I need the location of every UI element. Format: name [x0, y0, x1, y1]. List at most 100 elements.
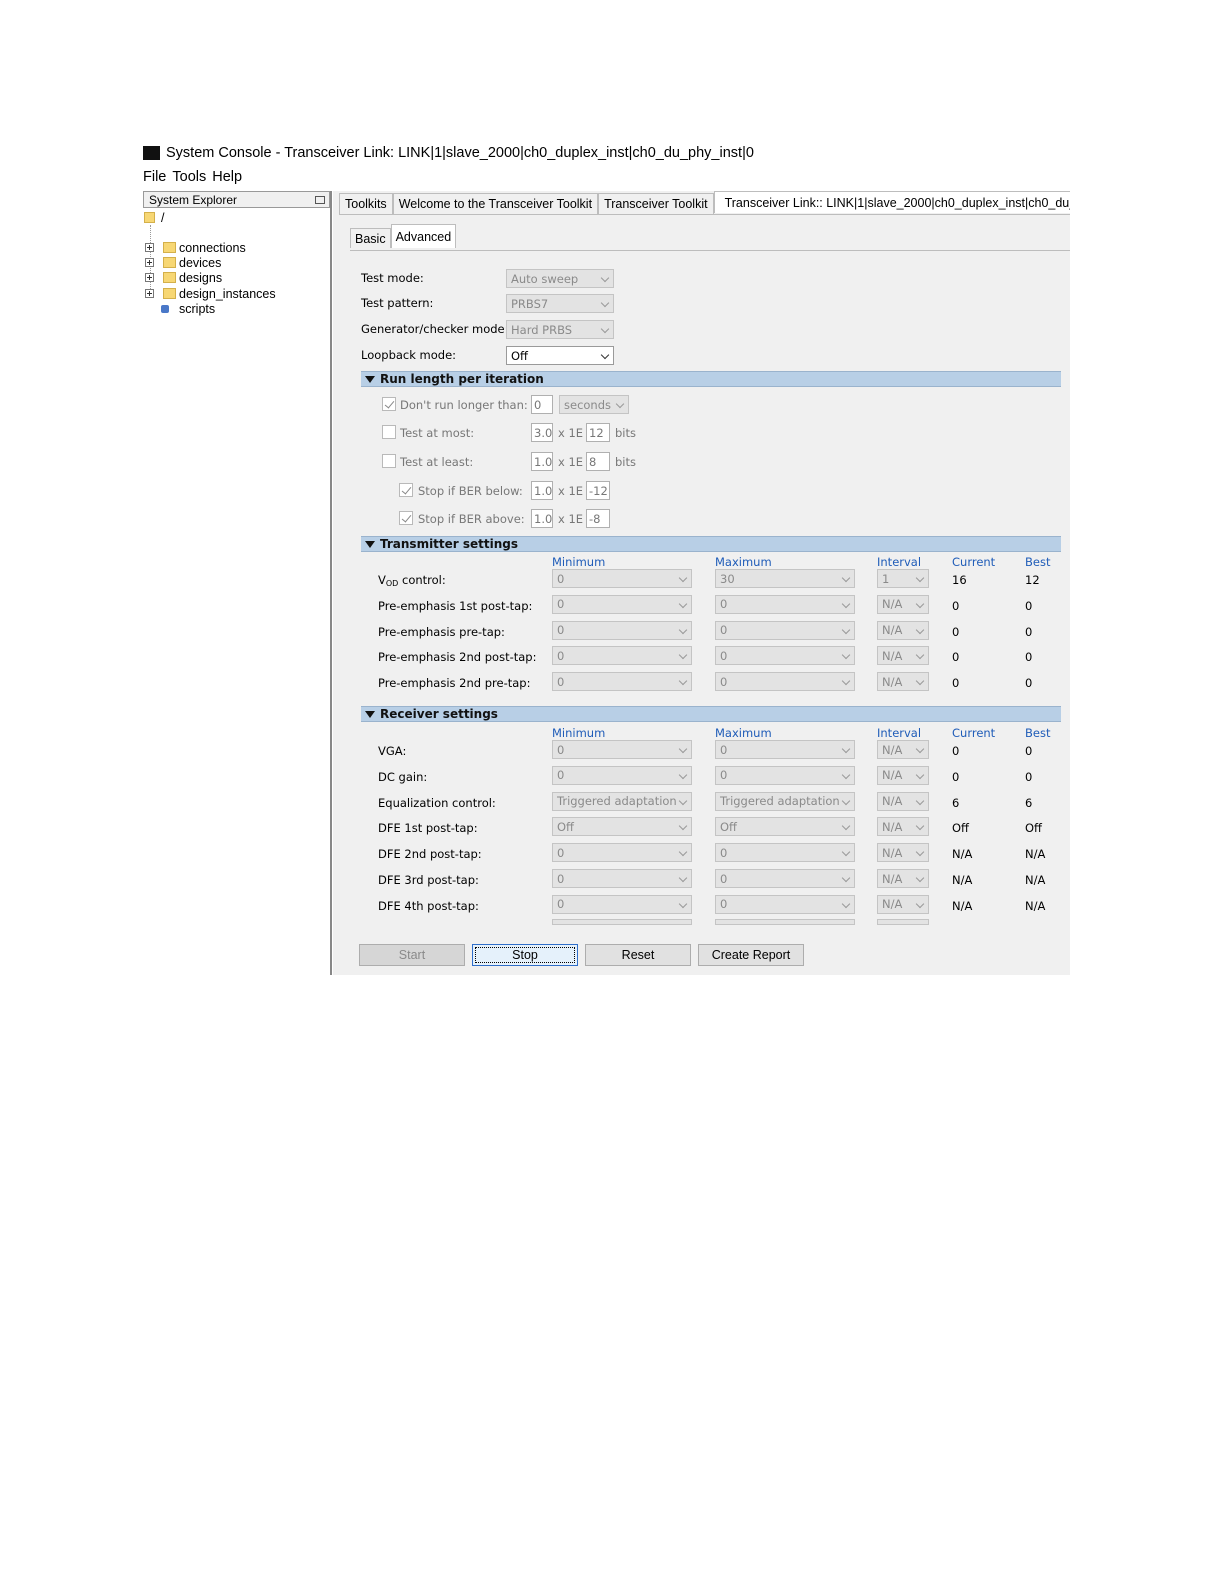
x1e-label: x 1E: [558, 484, 584, 498]
test-at-most-mantissa[interactable]: 3.0: [531, 423, 553, 442]
chevron-down-icon: [915, 599, 925, 609]
rx-setting-max-select: 0: [715, 740, 855, 759]
rx-setting-interval-value: N/A: [882, 819, 903, 834]
start-button[interactable]: Start: [359, 944, 465, 966]
rx-setting-label: Equalization control:: [378, 795, 496, 810]
tab-transceiver-toolkit[interactable]: Transceiver Toolkit: [598, 193, 714, 214]
chevron-down-icon: [841, 899, 851, 909]
tab-basic[interactable]: Basic: [350, 228, 391, 248]
stop-ber-below-exponent: -12: [586, 481, 610, 500]
tab-transceiver-link[interactable]: Transceiver Link:: LINK|1|slave_2000|ch0…: [713, 191, 1070, 213]
collapse-triangle-icon: [365, 375, 375, 383]
tx-setting-current-value: 0: [952, 624, 960, 639]
explorer-header: System Explorer: [143, 191, 330, 208]
rx-setting-current-value: Off: [952, 821, 969, 836]
tree-item-connections[interactable]: connections: [143, 240, 323, 255]
run-length-title: Run length per iteration: [380, 372, 544, 386]
expand-icon[interactable]: [145, 289, 154, 298]
tab-welcome[interactable]: Welcome to the Transceiver Toolkit: [392, 193, 599, 214]
chevron-down-icon: [915, 822, 925, 831]
chevron-down-icon: [600, 324, 610, 334]
test-at-most-exponent[interactable]: 12: [586, 423, 610, 442]
tx-setting-max-select: 30: [715, 569, 855, 588]
collapse-triangle-icon: [365, 540, 375, 548]
chevron-down-icon: [615, 399, 625, 409]
tx-setting-interval-select: 1: [877, 569, 929, 588]
test-pattern-value: PRBS7: [511, 296, 549, 311]
chevron-down-icon: [600, 350, 610, 360]
tx-setting-max-value: 0: [720, 648, 728, 663]
rx-col-current: Current: [952, 726, 996, 740]
main-panel: Toolkits Welcome to the Transceiver Tool…: [333, 191, 1070, 975]
rx-setting-best-value: N/A: [1025, 898, 1046, 913]
rx-setting-min-value: 0: [557, 768, 565, 783]
run-length-section-header[interactable]: Run length per iteration: [361, 371, 1061, 387]
tree-item-design-instances[interactable]: design_instances: [143, 286, 323, 301]
tx-setting-min-value: 0: [557, 623, 565, 638]
rx-setting-current-value: 6: [952, 795, 960, 810]
tab-advanced[interactable]: Advanced: [390, 224, 457, 248]
chevron-down-icon: [915, 899, 925, 909]
chevron-down-icon: [678, 822, 688, 831]
chevron-down-icon: [678, 847, 688, 857]
vod-suffix: control:: [398, 573, 446, 587]
chevron-down-icon: [841, 822, 851, 831]
chevron-down-icon: [678, 873, 688, 883]
rx-setting-current-value: 0: [952, 769, 960, 784]
chevron-down-icon: [678, 625, 688, 634]
explorer-title: System Explorer: [149, 192, 238, 207]
rx-max-select-partial: [715, 919, 855, 925]
test-at-most-checkbox[interactable]: [382, 425, 396, 439]
tx-setting-interval-value: N/A: [882, 597, 903, 612]
dont-run-longer-checkbox: [382, 397, 396, 411]
rx-setting-min-select: Off: [552, 817, 692, 837]
tx-setting-min-select: 0: [552, 569, 692, 588]
chevron-down-icon: [841, 770, 851, 780]
dont-run-unit-select: seconds: [559, 395, 629, 414]
tree-item-scripts[interactable]: scripts: [143, 301, 323, 316]
reset-button[interactable]: Reset: [585, 944, 691, 966]
vod-subscript: OD: [385, 579, 399, 588]
tx-setting-best-value: 0: [1025, 598, 1033, 613]
test-at-least-mantissa[interactable]: 1.0: [531, 452, 553, 471]
tree-item-devices[interactable]: devices: [143, 255, 323, 270]
menu-file[interactable]: File: [143, 169, 166, 187]
folder-icon: [163, 257, 176, 268]
expand-icon[interactable]: [145, 243, 154, 252]
stop-ber-above-exponent: -8: [586, 509, 610, 528]
tx-setting-best-value: 0: [1025, 676, 1033, 691]
loopback-select[interactable]: Off: [506, 346, 614, 365]
tx-setting-max-select: 0: [715, 594, 855, 614]
test-at-least-exponent[interactable]: 8: [586, 452, 610, 471]
transmitter-section-header[interactable]: Transmitter settings: [361, 536, 1061, 552]
menu-help[interactable]: Help: [212, 169, 242, 187]
chevron-down-icon: [841, 625, 851, 634]
stop-button[interactable]: Stop: [472, 944, 578, 966]
console-icon: [143, 146, 160, 160]
test-at-least-checkbox[interactable]: [382, 454, 396, 468]
undock-icon[interactable]: [315, 195, 325, 204]
create-report-button[interactable]: Create Report: [698, 944, 804, 966]
tx-setting-label: Pre-emphasis 2nd pre-tap:: [378, 676, 531, 691]
tab-toolkits[interactable]: Toolkits: [339, 193, 393, 214]
tx-setting-current-value: 0: [952, 676, 960, 691]
chevron-down-icon: [678, 744, 688, 754]
rx-setting-min-select: 0: [552, 843, 692, 863]
sub-tabs: Basic Advanced: [350, 224, 457, 248]
rx-setting-current-value: 0: [952, 744, 960, 758]
rx-setting-max-select: Triggered adaptation: [715, 791, 855, 811]
receiver-section-header[interactable]: Receiver settings: [361, 706, 1061, 722]
transmitter-title: Transmitter settings: [380, 537, 519, 551]
tx-setting-max-value: 0: [720, 674, 728, 689]
expand-icon[interactable]: [145, 273, 154, 282]
rx-min-select-partial: [552, 919, 692, 925]
rx-setting-interval-select: N/A: [877, 791, 929, 811]
tree-item-designs[interactable]: designs: [143, 270, 323, 285]
menu-tools[interactable]: Tools: [172, 169, 206, 187]
rx-setting-max-value: 0: [720, 845, 728, 860]
expand-icon[interactable]: [145, 258, 154, 267]
title-bar: System Console - Transceiver Link: LINK|…: [143, 143, 754, 163]
tx-setting-interval-select: N/A: [877, 620, 929, 640]
rx-setting-max-value: Triggered adaptation: [720, 794, 840, 809]
receiver-title: Receiver settings: [380, 707, 498, 721]
